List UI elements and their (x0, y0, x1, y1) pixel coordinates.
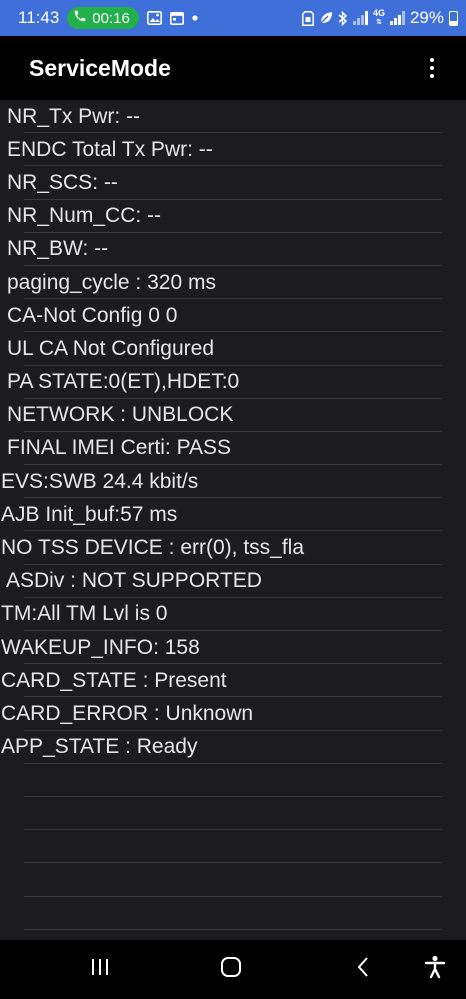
back-button[interactable] (335, 940, 390, 999)
network-type-label: 4G (372, 8, 385, 18)
list-item: CARD_ERROR : Unknown (0, 697, 466, 731)
list-item-text: NR_SCS: -- (7, 170, 118, 194)
app-bar: ServiceMode (0, 36, 466, 100)
list-item-text: ASDiv : NOT SUPPORTED (6, 569, 262, 593)
list-item: APP_STATE : Ready (0, 731, 466, 764)
list-item: ENDC Total Tx Pwr: -- (0, 133, 466, 167)
notification-dot-icon (192, 15, 198, 21)
list-item-text: CARD_ERROR : Unknown (1, 701, 254, 725)
bluetooth-icon (338, 10, 348, 26)
list-item-text: CARD_STATE : Present (1, 668, 227, 692)
list-item-text: APP_STATE : Ready (1, 735, 198, 759)
list-item (0, 863, 466, 897)
wifi-calling-signal-icon (352, 11, 368, 25)
list-item: CARD_STATE : Present (0, 664, 466, 698)
recents-button[interactable] (70, 940, 130, 999)
list-item-text: AJB Init_buf:57 ms (1, 502, 178, 526)
leaf-icon (319, 11, 333, 25)
list-item: NR_Tx Pwr: -- (0, 100, 466, 134)
app-title: ServiceMode (29, 54, 171, 81)
list-item (0, 764, 466, 798)
ongoing-call-pill[interactable]: 00:16 (67, 7, 139, 29)
back-icon (356, 956, 370, 983)
status-time: 11:43 (18, 8, 60, 27)
list-item: NO TSS DEVICE : err(0), tss_fla (0, 531, 466, 565)
list-item-text: ENDC Total Tx Pwr: -- (7, 137, 213, 161)
calendar-icon (169, 11, 184, 25)
navigation-bar (0, 940, 466, 999)
list-item: EVS:SWB 24.4 kbit/s (0, 465, 466, 499)
list-item: PA STATE:0(ET),HDET:0 (0, 366, 466, 399)
status-bar: 11:43 00:16 4G ⇅ 29% (0, 0, 466, 36)
more-options-icon[interactable] (422, 50, 442, 86)
list-item: CA-Not Config 0 0 (0, 299, 466, 333)
list-item-text: NO TSS DEVICE : err(0), tss_fla (1, 536, 305, 560)
data-arrows-icon: ⇅ (376, 19, 382, 26)
list-item-text: UL CA Not Configured (7, 336, 214, 360)
sim-icon (302, 10, 314, 26)
list-item-text: NR_Tx Pwr: -- (7, 104, 140, 128)
list-item: FINAL IMEI Certi: PASS (0, 432, 466, 466)
list-item (0, 830, 466, 864)
gallery-icon (146, 11, 162, 25)
home-button[interactable] (200, 940, 262, 999)
list-item-text: WAKEUP_INFO: 158 (1, 635, 200, 659)
list-item: WAKEUP_INFO: 158 (0, 631, 466, 665)
list-item: NETWORK : UNBLOCK (0, 399, 466, 433)
list-item (0, 897, 466, 930)
recents-icon (90, 958, 110, 981)
list-item: ASDiv : NOT SUPPORTED (0, 565, 466, 599)
network-type: 4G ⇅ (373, 9, 385, 27)
accessibility-icon (424, 955, 446, 984)
service-mode-list[interactable]: NR_Tx Pwr: -- ENDC Total Tx Pwr: -- NR_SCS… (0, 100, 466, 940)
list-item: UL CA Not Configured (0, 332, 466, 366)
list-item-text: NR_BW: -- (7, 237, 109, 261)
list-item-text: EVS:SWB 24.4 kbit/s (1, 469, 199, 493)
cell-signal-icon (389, 11, 405, 25)
list-item-text: TM:All TM Lvl is 0 (1, 602, 168, 626)
call-duration: 00:16 (92, 9, 130, 27)
list-item-text: paging_cycle : 320 ms (7, 270, 216, 294)
list-item: NR_BW: -- (0, 233, 466, 267)
list-item: paging_cycle : 320 ms (0, 266, 466, 300)
list-item-text: PA STATE:0(ET),HDET:0 (7, 370, 240, 394)
battery-percent: 29% (409, 8, 444, 27)
list-item: TM:All TM Lvl is 0 (0, 598, 466, 632)
home-icon (220, 956, 242, 983)
list-item-text: CA-Not Config 0 0 (7, 303, 178, 327)
list-item: AJB Init_buf:57 ms (0, 498, 466, 532)
list-item-text: NETWORK : UNBLOCK (7, 403, 234, 427)
list-item (0, 797, 466, 831)
battery-icon (449, 10, 458, 26)
list-item: NR_Num_CC: -- (0, 200, 466, 233)
list-item-text: NR_Num_CC: -- (7, 204, 162, 228)
accessibility-button[interactable] (410, 940, 460, 999)
list-item: NR_SCS: -- (0, 166, 466, 200)
list-item-text: FINAL IMEI Certi: PASS (7, 436, 232, 460)
phone-icon (73, 9, 87, 27)
